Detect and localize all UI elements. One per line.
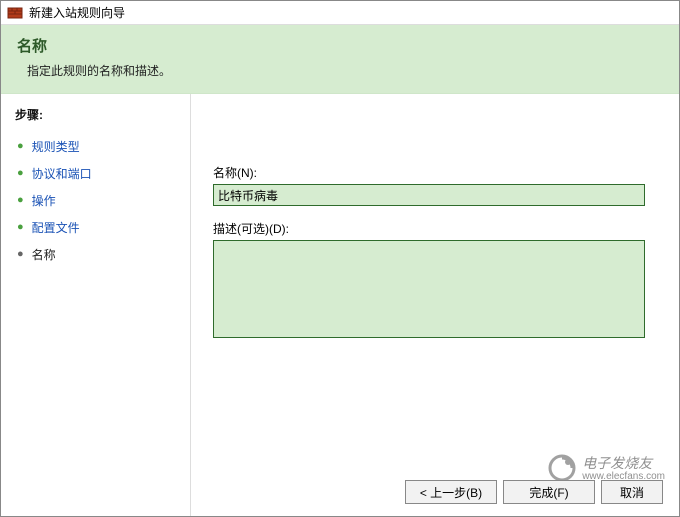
wizard-window: 新建入站规则向导 名称 指定此规则的名称和描述。 步骤: ● 规则类型 ● 协议… [0, 0, 680, 517]
step-label: 配置文件 [32, 219, 80, 236]
step-label: 操作 [32, 192, 56, 209]
step-label: 规则类型 [32, 138, 80, 155]
step-action[interactable]: ● 操作 [15, 187, 176, 214]
button-row: < 上一步(B) 完成(F) 取消 [405, 480, 663, 504]
titlebar: 新建入站规则向导 [1, 1, 679, 25]
steps-sidebar: 步骤: ● 规则类型 ● 协议和端口 ● 操作 ● 配置文件 ● 名称 [1, 94, 191, 516]
watermark: 电子发烧友 www.elecfans.com [548, 453, 665, 482]
watermark-icon [548, 454, 576, 482]
back-button[interactable]: < 上一步(B) [405, 480, 497, 504]
step-protocol-port[interactable]: ● 协议和端口 [15, 160, 176, 187]
step-rule-type[interactable]: ● 规则类型 [15, 133, 176, 160]
description-label: 描述(可选)(D): [213, 220, 657, 237]
step-label: 协议和端口 [32, 165, 92, 182]
steps-heading: 步骤: [15, 106, 176, 123]
bullet-icon: ● [17, 168, 24, 179]
name-input[interactable] [213, 184, 645, 206]
bullet-icon: ● [17, 195, 24, 206]
body-area: 步骤: ● 规则类型 ● 协议和端口 ● 操作 ● 配置文件 ● 名称 [1, 94, 679, 516]
step-label: 名称 [32, 246, 56, 263]
name-label: 名称(N): [213, 164, 657, 181]
watermark-brand: 电子发烧友 [582, 455, 652, 471]
bullet-icon: ● [17, 141, 24, 152]
page-title: 名称 [17, 35, 663, 56]
window-title: 新建入站规则向导 [29, 4, 125, 21]
firewall-icon [7, 5, 23, 21]
main-panel: 名称(N): 描述(可选)(D): 电子发烧友 www.elecfans.com [191, 94, 679, 516]
page-description: 指定此规则的名称和描述。 [17, 62, 663, 79]
description-textarea[interactable] [213, 240, 645, 338]
cancel-button[interactable]: 取消 [601, 480, 663, 504]
step-name: ● 名称 [15, 241, 176, 268]
finish-button[interactable]: 完成(F) [503, 480, 595, 504]
header-band: 名称 指定此规则的名称和描述。 [1, 25, 679, 94]
bullet-icon: ● [17, 222, 24, 233]
step-profile[interactable]: ● 配置文件 [15, 214, 176, 241]
bullet-icon: ● [17, 249, 24, 260]
form-group: 名称(N): 描述(可选)(D): [213, 164, 657, 341]
